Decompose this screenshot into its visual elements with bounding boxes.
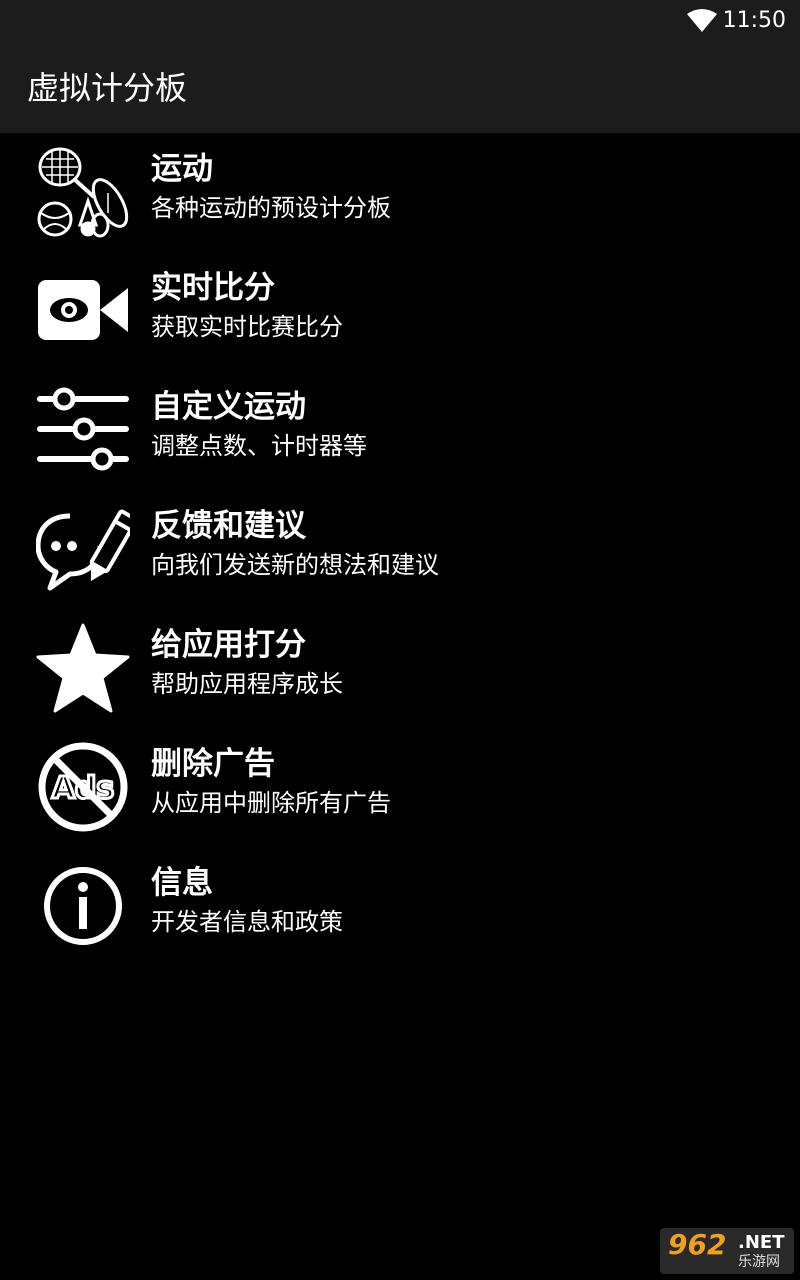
- menu-item-subtitle: 获取实时比赛比分: [151, 313, 343, 341]
- feedback-chat-icon: [36, 502, 130, 596]
- menu-item-subtitle: 调整点数、计时器等: [151, 432, 367, 460]
- watermark-net: .NET: [738, 1232, 785, 1253]
- menu-item-label: 信息: [151, 865, 213, 901]
- star-icon: [36, 621, 130, 715]
- menu-item-feedback[interactable]: 反馈和建议 向我们发送新的想法和建议: [0, 490, 800, 609]
- menu-item-subtitle: 帮助应用程序成长: [151, 670, 343, 698]
- menu-item-label: 运动: [151, 151, 213, 187]
- status-time: 11:50: [722, 8, 786, 33]
- menu-item-label: 反馈和建议: [151, 508, 306, 544]
- menu-item-subtitle: 向我们发送新的想法和建议: [151, 551, 439, 579]
- sports-icon: [36, 145, 130, 239]
- status-bar: 11:50: [0, 0, 800, 42]
- menu-item-label: 自定义运动: [151, 389, 306, 425]
- menu-item-subtitle: 从应用中删除所有广告: [151, 789, 391, 817]
- info-icon: [36, 859, 130, 953]
- no-ads-icon: Ads: [36, 740, 130, 834]
- wifi-icon: [686, 9, 718, 33]
- menu-item-label: 删除广告: [151, 746, 275, 782]
- menu-item-custom-sport[interactable]: 自定义运动 调整点数、计时器等: [0, 371, 800, 490]
- menu-item-info[interactable]: 信息 开发者信息和政策: [0, 847, 800, 966]
- page-title: 虚拟计分板: [27, 69, 188, 107]
- sliders-icon: [36, 383, 130, 477]
- live-camera-icon: [36, 264, 130, 358]
- watermark-number: 962: [668, 1228, 727, 1261]
- menu-item-subtitle: 各种运动的预设计分板: [151, 194, 391, 222]
- watermark-logo: 962 .NET 乐游网: [660, 1228, 794, 1274]
- main-menu: 运动 各种运动的预设计分板 实时比分 获取实时比赛比分 自定义运动 调整点数、计…: [0, 133, 800, 966]
- menu-item-sports[interactable]: 运动 各种运动的预设计分板: [0, 133, 800, 252]
- menu-item-subtitle: 开发者信息和政策: [151, 908, 343, 936]
- menu-item-label: 实时比分: [151, 270, 275, 306]
- menu-item-remove-ads[interactable]: Ads 删除广告 从应用中删除所有广告: [0, 728, 800, 847]
- menu-item-rate-app[interactable]: 给应用打分 帮助应用程序成长: [0, 609, 800, 728]
- menu-item-label: 给应用打分: [151, 627, 306, 663]
- watermark-site: 乐游网: [738, 1254, 780, 1270]
- app-bar: 虚拟计分板: [0, 42, 800, 133]
- menu-item-live-scores[interactable]: 实时比分 获取实时比赛比分: [0, 252, 800, 371]
